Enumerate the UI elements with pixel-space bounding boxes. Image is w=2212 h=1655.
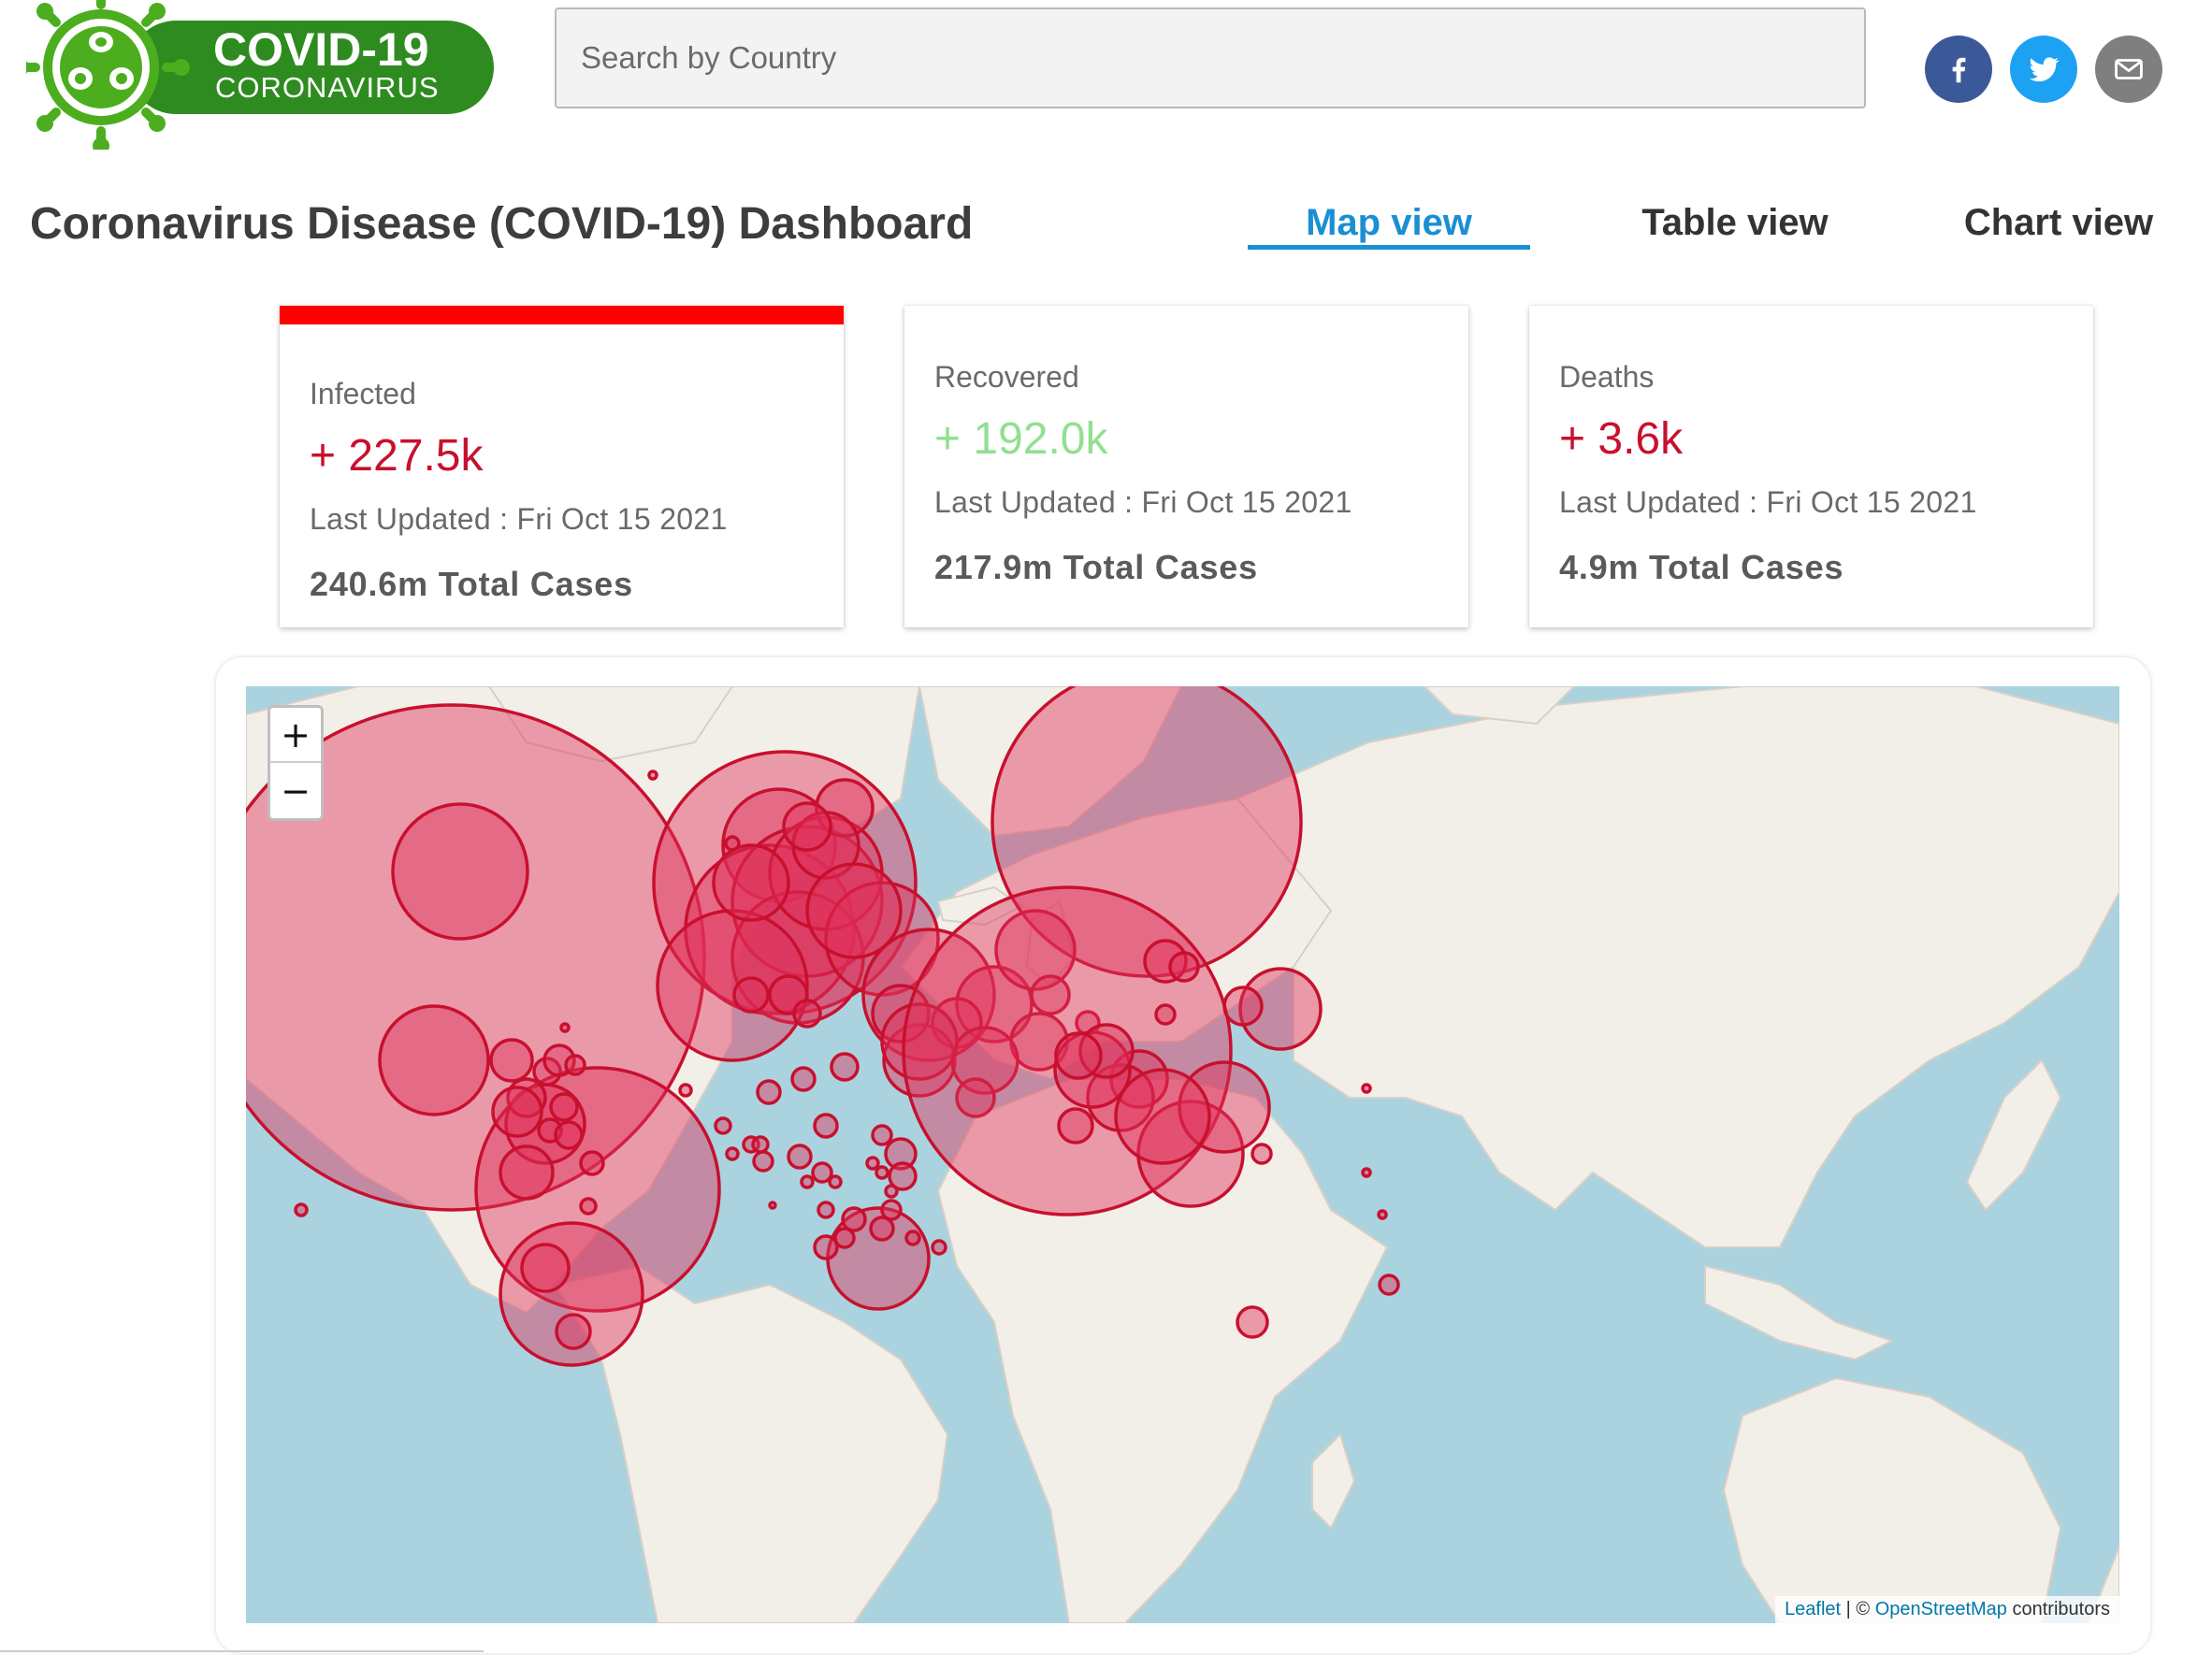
circle-srilanka (1057, 1107, 1094, 1144)
leaflet-link[interactable]: Leaflet (1785, 1599, 1841, 1619)
circle-angola (817, 1201, 835, 1219)
recovered-last-updated: Last Updated : Fri Oct 15 2021 (934, 485, 1352, 519)
circle-nigeria (787, 1144, 813, 1170)
circle-uganda (875, 1165, 889, 1180)
infected-last-updated: Last Updated : Fri Oct 15 2021 (310, 502, 728, 536)
infected-total: 240.6m Total Cases (310, 565, 633, 603)
circle-bermuda (559, 1022, 571, 1033)
circle-st-helena (768, 1201, 777, 1210)
circle-central-am-1 (489, 1038, 534, 1083)
circle-australia (1236, 1305, 1269, 1339)
circle-central-am-3 (491, 1086, 543, 1138)
circle-venezuela (549, 1092, 579, 1122)
infected-card[interactable]: Infected + 227.5k Last Updated : Fri Oct… (280, 306, 844, 627)
email-share-button[interactable] (2095, 36, 2162, 103)
circle-rwanda (865, 1156, 880, 1171)
page-title: Coronavirus Disease (COVID-19) Dashboard (30, 199, 974, 249)
circle-chile-2 (555, 1313, 592, 1350)
circle-senegal (714, 1116, 732, 1135)
circle-mongolia (1168, 951, 1200, 983)
osm-link[interactable]: OpenStreetMap (1875, 1599, 2007, 1619)
circle-balkans (805, 862, 903, 959)
circle-libya (813, 1113, 839, 1139)
circle-guam (1361, 1083, 1372, 1094)
tab-table-view[interactable]: Table view (1594, 196, 1876, 252)
zoom-control: + − (267, 705, 324, 821)
circle-zimbabwe (869, 1216, 895, 1242)
circle-europe-small-1 (712, 843, 790, 922)
twitter-icon (2029, 57, 2060, 82)
twitter-share-button[interactable] (2010, 36, 2077, 103)
circle-greenland (647, 770, 658, 781)
circle-png (1251, 1143, 1273, 1165)
circle-nz (1378, 1274, 1400, 1296)
tab-map-view[interactable]: Map view (1248, 196, 1530, 252)
circle-iceland (724, 835, 741, 852)
zoom-out-button[interactable]: − (270, 763, 321, 818)
attribution-suffix: contributors (2006, 1599, 2110, 1619)
deaths-last-updated: Last Updated : Fri Oct 15 2021 (1559, 485, 1977, 519)
circle-mexico (378, 1004, 490, 1116)
circle-madagascar (904, 1230, 921, 1246)
recovered-card[interactable]: Recovered + 192.0k Last Updated : Fri Oc… (904, 306, 1468, 627)
deaths-total: 4.9m Total Cases (1559, 548, 1844, 586)
circle-gabon (800, 1174, 815, 1189)
deaths-new-count: + 3.6k (1559, 414, 1684, 464)
deaths-label: Deaths (1559, 360, 1655, 394)
circle-china-2 (1154, 1003, 1177, 1026)
map-attribution: Leaflet | © OpenStreetMap contributors (1775, 1596, 2119, 1623)
circle-ivory (751, 1135, 770, 1154)
circle-korea (1222, 986, 1264, 1027)
circle-europe-small-4 (732, 976, 770, 1014)
circle-samoa (1361, 1167, 1372, 1178)
circle-morocco (756, 1079, 782, 1105)
circle-malaysia (1114, 1068, 1211, 1165)
circle-ghana (752, 1150, 774, 1173)
circle-canada (391, 802, 529, 941)
circle-mauritius (931, 1239, 947, 1256)
circle-europe-small-5 (792, 999, 822, 1029)
search-input[interactable] (555, 7, 1866, 108)
facebook-icon (1952, 57, 1966, 83)
circle-chile (520, 1243, 571, 1293)
circle-europe-small-2 (782, 801, 832, 852)
infected-new-count: + 227.5k (310, 431, 484, 481)
circle-tunisia (830, 1052, 860, 1082)
circle-caribbean-3 (564, 1054, 586, 1076)
active-tab-indicator (1248, 245, 1530, 250)
tab-chart-view[interactable]: Chart view (1917, 196, 2200, 252)
circle-congo (828, 1174, 843, 1189)
infected-label: Infected (310, 377, 416, 410)
circle-malawi (884, 1184, 899, 1199)
facebook-share-button[interactable] (1925, 36, 1992, 103)
deaths-card[interactable]: Deaths + 3.6k Last Updated : Fri Oct 15 … (1529, 306, 2093, 627)
circle-peru (499, 1144, 555, 1201)
zoom-in-button[interactable]: + (270, 708, 321, 763)
circle-cape-verde (678, 1083, 693, 1098)
covid-logo[interactable]: COVID-19 CORONAVIRUS (12, 0, 503, 154)
circle-uruguay (579, 1197, 598, 1216)
logo-subtitle: CORONAVIRUS (215, 71, 440, 104)
circle-paraguay (579, 1150, 605, 1176)
circle-fiji (1377, 1209, 1388, 1220)
mail-icon (2115, 59, 2143, 79)
circle-guinea (725, 1146, 740, 1161)
circle-nepal (1054, 1031, 1103, 1080)
circle-algeria (790, 1066, 817, 1092)
horizontal-scrollbar[interactable] (0, 1650, 484, 1652)
circle-hawaii (294, 1202, 309, 1217)
circle-sudan (871, 1124, 893, 1146)
recovered-total: 217.9m Total Cases (934, 548, 1258, 586)
logo-title: COVID-19 (213, 23, 429, 76)
recovered-label: Recovered (934, 360, 1079, 394)
circle-namibia (813, 1234, 839, 1260)
circle-bolivia (554, 1120, 584, 1150)
recovered-new-count: + 192.0k (934, 414, 1108, 464)
map-canvas[interactable] (246, 686, 2119, 1623)
world-map[interactable]: + − Leaflet | © OpenStreetMap contributo… (246, 686, 2119, 1623)
attribution-separator: | © (1841, 1599, 1875, 1619)
